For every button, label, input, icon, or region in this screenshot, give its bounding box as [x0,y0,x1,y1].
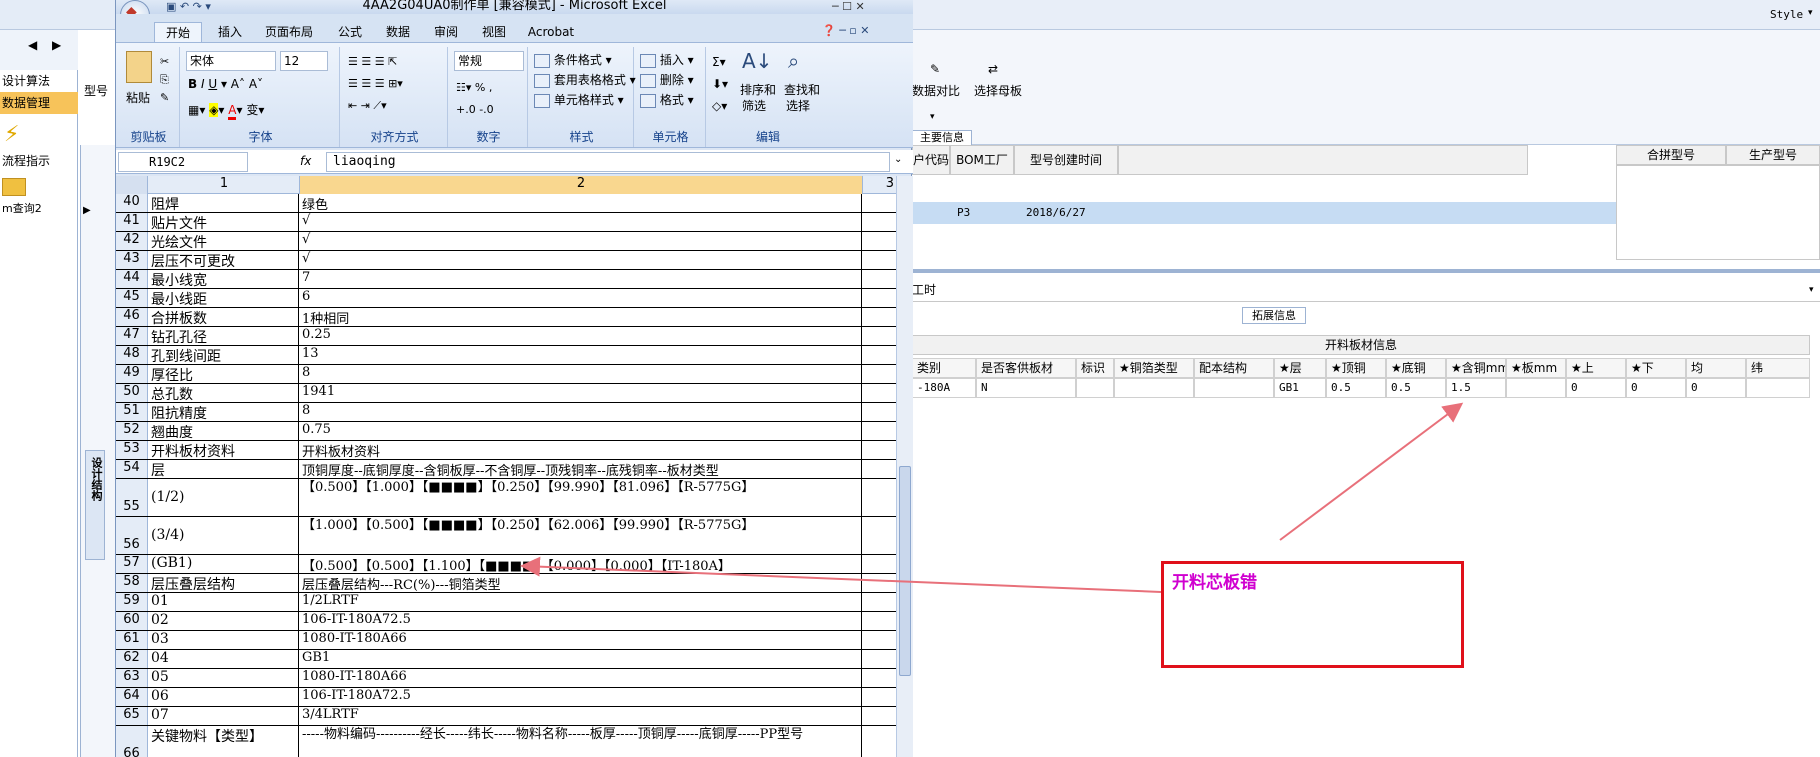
arrow-to-excel [520,556,1162,593]
arrow-to-table [1279,402,1464,541]
annotation-box: 开料芯板错 [1161,561,1464,668]
annotation-arrows [520,402,1464,593]
annotation-text: 开料芯板错 [1172,573,1257,593]
